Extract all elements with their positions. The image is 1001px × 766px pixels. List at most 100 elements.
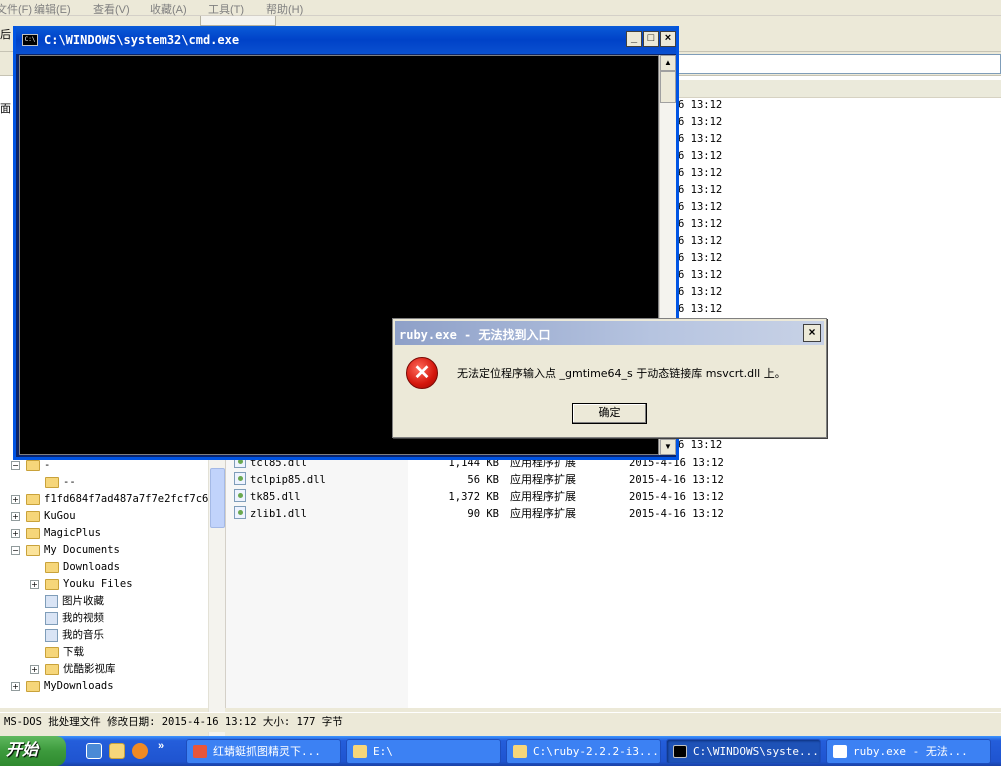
- scroll-thumb[interactable]: [210, 468, 225, 528]
- special-folder-icon: [45, 628, 58, 642]
- menu-help[interactable]: 帮助(H): [266, 1, 303, 17]
- file-date-fragment: 6 13:12: [678, 99, 723, 111]
- folder-icon: [45, 476, 59, 488]
- maximize-button[interactable]: □: [643, 31, 659, 47]
- collapse-icon[interactable]: −: [11, 460, 20, 470]
- dialog-message: 无法定位程序输入点 _gmtime64_s 于动态链接库 msvcrt.dll …: [457, 367, 786, 380]
- window-icon: [673, 745, 687, 758]
- dll-file-icon: [234, 472, 246, 485]
- tree-item[interactable]: 我的视频: [30, 610, 104, 627]
- tree-item-label: f1fd684f7ad487a7f7e2fcf7c62: [44, 493, 215, 505]
- file-date: 2015-4-16 13:12: [629, 474, 724, 486]
- window-icon: [513, 745, 527, 758]
- taskbar-button[interactable]: C:\WINDOWS\syste...: [666, 739, 821, 764]
- menu-tools[interactable]: 工具(T): [208, 1, 244, 17]
- address-field[interactable]: [678, 54, 1001, 74]
- minimize-button[interactable]: _: [626, 31, 642, 47]
- file-date-fragment: 6 13:12: [678, 133, 723, 145]
- file-date-fragment: 6 13:12: [678, 303, 723, 315]
- scroll-down-icon[interactable]: ▼: [660, 439, 676, 455]
- tree-item[interactable]: 图片收藏: [30, 593, 104, 610]
- folder-icon: [26, 527, 40, 539]
- taskbar-button-label: C:\ruby-2.2.2-i3...: [533, 745, 659, 758]
- taskbar-button[interactable]: E:\: [346, 739, 501, 764]
- file-name: tclpip85.dll: [250, 474, 326, 486]
- expand-icon[interactable]: +: [11, 528, 20, 538]
- tree-item[interactable]: − My Documents: [11, 542, 120, 559]
- taskbar-button-label: 红蜻蜓抓图精灵下...: [213, 745, 321, 758]
- special-folder-icon: [45, 611, 58, 625]
- tree-item[interactable]: Downloads: [30, 559, 120, 576]
- menu-favorites[interactable]: 收藏(A): [150, 1, 187, 17]
- expand-icon[interactable]: +: [11, 681, 20, 691]
- file-size: 1,372 KB: [448, 491, 499, 503]
- dialog-title-bar[interactable]: ruby.exe - 无法找到入口 ×: [395, 321, 824, 345]
- dialog-close-button[interactable]: ×: [803, 324, 821, 342]
- menu-file[interactable]: 文件(F): [0, 1, 32, 17]
- tree-item[interactable]: + Youku Files: [30, 576, 133, 593]
- tree-item[interactable]: + MyDownloads: [11, 678, 114, 695]
- taskbar-button[interactable]: ruby.exe - 无法...: [826, 739, 991, 764]
- file-type: 应用程序扩展: [510, 508, 576, 520]
- window-icon: [353, 745, 367, 758]
- folder-icon: [45, 578, 59, 590]
- tree-item[interactable]: + 优酷影视库: [30, 661, 116, 678]
- tree-item-label: 我的音乐: [62, 629, 104, 641]
- start-button[interactable]: 开始: [0, 736, 66, 766]
- file-size: 90 KB: [467, 508, 499, 520]
- table-row[interactable]: tk85.dll 1,372 KB 应用程序扩展 2015-4-16 13:12: [226, 489, 1001, 506]
- quick-launch-ie-icon[interactable]: [86, 743, 102, 759]
- ok-button[interactable]: 确定: [572, 403, 647, 424]
- tree-item-label: KuGou: [44, 510, 76, 522]
- cmd-title-bar[interactable]: C:\ C:\WINDOWS\system32\cmd.exe _ □ ×: [16, 26, 676, 54]
- toolbar-fragment: 后: [0, 29, 11, 41]
- file-name: zlib1.dll: [250, 508, 307, 520]
- tree-item-label: 我的视频: [62, 612, 104, 624]
- scroll-thumb[interactable]: [660, 71, 676, 103]
- file-date-fragment: 6 13:12: [678, 116, 723, 128]
- file-type: 应用程序扩展: [510, 491, 576, 503]
- folder-icon: [26, 493, 40, 505]
- expand-icon[interactable]: +: [11, 494, 20, 504]
- quick-launch-more-icon[interactable]: »: [158, 740, 164, 752]
- tree-item[interactable]: + f1fd684f7ad487a7f7e2fcf7c62: [11, 491, 215, 508]
- file-date-fragment: 6 13:12: [678, 235, 723, 247]
- scroll-up-icon[interactable]: ▲: [660, 55, 676, 71]
- tree-item[interactable]: 我的音乐: [30, 627, 104, 644]
- menu-bar: 文件(F) 编辑(E) 查看(V) 收藏(A) 工具(T) 帮助(H): [0, 0, 1001, 16]
- expand-icon[interactable]: +: [30, 664, 39, 674]
- tree-item[interactable]: 下载: [30, 644, 84, 661]
- dialog-title: ruby.exe - 无法找到入口: [399, 328, 551, 342]
- menu-view[interactable]: 查看(V): [93, 1, 130, 17]
- file-date-fragment: 6 13:12: [678, 439, 723, 451]
- quick-launch-firefox-icon[interactable]: [132, 743, 148, 759]
- tree-item-label: Downloads: [63, 561, 120, 573]
- quick-launch-folder-icon[interactable]: [109, 743, 125, 759]
- taskbar-button-label: E:\: [373, 745, 393, 758]
- tree-item[interactable]: + MagicPlus: [11, 525, 101, 542]
- taskbar-button[interactable]: 红蜻蜓抓图精灵下...: [186, 739, 341, 764]
- error-dialog: ruby.exe - 无法找到入口 × ✕ 无法定位程序输入点 _gmtime6…: [392, 318, 827, 438]
- folder-icon: [45, 561, 59, 573]
- collapse-icon[interactable]: −: [11, 545, 20, 555]
- menu-edit[interactable]: 编辑(E): [34, 1, 71, 17]
- taskbar-button[interactable]: C:\ruby-2.2.2-i3...: [506, 739, 661, 764]
- close-button[interactable]: ×: [660, 31, 676, 47]
- folder-icon: [26, 680, 40, 692]
- file-date: 2015-4-16 13:12: [629, 508, 724, 520]
- folder-icon: [45, 646, 59, 658]
- table-row[interactable]: zlib1.dll 90 KB 应用程序扩展 2015-4-16 13:12: [226, 506, 1001, 523]
- expand-icon[interactable]: +: [11, 511, 20, 521]
- file-date-fragment: 6 13:12: [678, 184, 723, 196]
- toolbar-tab[interactable]: [200, 16, 276, 26]
- folder-icon: [26, 459, 40, 471]
- tree-item[interactable]: --: [30, 474, 76, 491]
- expand-icon[interactable]: +: [30, 579, 39, 589]
- tree-item[interactable]: + KuGou: [11, 508, 76, 525]
- error-icon: ✕: [406, 357, 438, 389]
- window-icon: [193, 745, 207, 758]
- taskbar: 开始 » 红蜻蜓抓图精灵下... E:\ C:\ruby-2.2.2-i3... C:…: [0, 736, 1001, 766]
- tree-item-label: MagicPlus: [44, 527, 101, 539]
- table-row[interactable]: tclpip85.dll 56 KB 应用程序扩展 2015-4-16 13:12: [226, 472, 1001, 489]
- status-bar: MS-DOS 批处理文件 修改日期: 2015-4-16 13:12 大小: 1…: [0, 712, 1001, 732]
